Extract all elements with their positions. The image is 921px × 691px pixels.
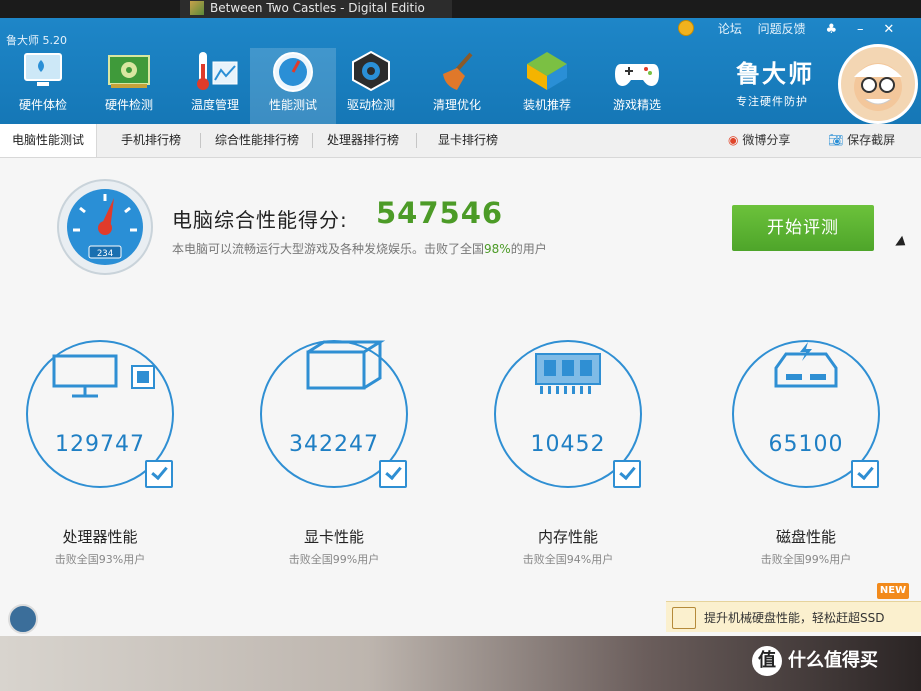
nav-item-hardware-check[interactable]: 硬件体检 bbox=[0, 48, 86, 124]
checkbox-checked-icon[interactable] bbox=[145, 460, 173, 488]
gauge-digits: 234 bbox=[97, 249, 113, 259]
checkbox-checked-icon[interactable] bbox=[379, 460, 407, 488]
hardware-check-icon bbox=[24, 53, 62, 86]
tab-gpu-ranking[interactable]: 显卡排行榜 bbox=[420, 124, 516, 157]
nav-item-cleanup[interactable]: 清理优化 bbox=[414, 48, 500, 124]
checkbox-checked-icon[interactable] bbox=[613, 460, 641, 488]
tab-cpu-ranking[interactable]: 处理器排行榜 bbox=[314, 124, 412, 157]
metric-subtext: 击败全国99%用户 bbox=[760, 553, 852, 566]
nav-label: 游戏精选 bbox=[612, 98, 661, 112]
footer-logo-icon[interactable] bbox=[8, 604, 38, 634]
mascot-avatar[interactable] bbox=[838, 44, 918, 124]
cube-icon bbox=[527, 52, 567, 90]
broom-icon bbox=[443, 52, 473, 90]
metric-gpu[interactable]: 342247 显卡性能 击败全国99%用户 bbox=[260, 340, 430, 590]
gamepad-icon bbox=[615, 64, 659, 86]
nav-item-performance[interactable]: 性能测试 bbox=[250, 48, 336, 124]
driver-gear-icon bbox=[352, 50, 390, 92]
metric-label: 内存性能 bbox=[537, 528, 598, 546]
score-desc-suffix: 的用户 bbox=[510, 242, 547, 256]
brand-name: 鲁大师 bbox=[736, 60, 814, 88]
nav-item-games[interactable]: 游戏精选 bbox=[594, 48, 680, 124]
metric-memory[interactable]: 10452 内存性能 击败全国94%用户 bbox=[494, 340, 664, 590]
hardware-detect-icon bbox=[108, 55, 150, 88]
tab-overall-ranking[interactable]: 综合性能排行榜 bbox=[204, 124, 310, 157]
score-value: 547546 bbox=[376, 196, 504, 230]
skin-icon[interactable]: ♣ bbox=[826, 22, 838, 37]
speedometer-icon bbox=[273, 52, 313, 92]
app-window: 鲁大师 5.20 论坛 问题反馈 ♣ – ✕ 硬件体检 硬件检测 温度管理 性能… bbox=[0, 18, 921, 636]
gpu-cube-icon bbox=[306, 340, 386, 390]
weibo-icon: ◉ bbox=[728, 133, 739, 147]
score-desc-percent: 98% bbox=[484, 242, 511, 256]
save-screenshot-label: 保存截屏 bbox=[847, 133, 896, 147]
forum-link[interactable]: 论坛 bbox=[718, 20, 742, 37]
mouse-cursor-icon bbox=[895, 235, 909, 251]
metric-value: 10452 bbox=[530, 432, 606, 457]
mascot-face-icon bbox=[854, 63, 902, 111]
metric-label: 显卡性能 bbox=[303, 528, 364, 546]
tab-separator bbox=[312, 133, 313, 148]
score-description: 本电脑可以流畅运行大型游戏及各种发烧娱乐。击败了全国98%的用户 bbox=[172, 240, 547, 257]
tab-separator bbox=[416, 133, 417, 148]
taskbar-title-text: Between Two Castles - Digital Editio bbox=[210, 1, 425, 15]
memory-chip-icon bbox=[535, 353, 601, 394]
ssd-promo-text: 提升机械硬盘性能，轻松赶超SSD bbox=[704, 611, 885, 625]
camera-icon: 📷︎ bbox=[828, 133, 844, 147]
coin-icon[interactable] bbox=[678, 20, 694, 36]
nav-label: 硬件检测 bbox=[104, 98, 153, 112]
metric-subtext: 击败全国93%用户 bbox=[54, 553, 146, 566]
brand-slogan: 专注硬件防护 bbox=[736, 95, 808, 108]
nav-item-build-recommend[interactable]: 装机推荐 bbox=[504, 48, 590, 124]
disk-drive-icon bbox=[774, 342, 838, 388]
nav-label: 清理优化 bbox=[432, 98, 481, 112]
minimize-icon[interactable]: – bbox=[857, 22, 864, 37]
ssd-promo-bar[interactable]: 提升机械硬盘性能，轻松赶超SSD bbox=[666, 601, 921, 632]
weibo-share-button[interactable]: ◉ 微博分享 bbox=[728, 124, 790, 157]
close-icon[interactable]: ✕ bbox=[883, 22, 894, 37]
nav-item-hardware-detect[interactable]: 硬件检测 bbox=[86, 48, 172, 124]
nav-item-temperature[interactable]: 温度管理 bbox=[172, 48, 258, 124]
app-header: 鲁大师 5.20 论坛 问题反馈 ♣ – ✕ 硬件体检 硬件检测 温度管理 性能… bbox=[0, 18, 921, 124]
metric-value: 65100 bbox=[768, 432, 844, 457]
watermark-text: 什么值得买 bbox=[788, 650, 878, 671]
cpu-monitor-icon bbox=[52, 354, 155, 398]
tab-bar: 电脑性能测试 手机排行榜 综合性能排行榜 处理器排行榜 显卡排行榜 ◉ 微博分享… bbox=[0, 124, 921, 158]
metric-subtext: 击败全国99%用户 bbox=[288, 553, 380, 566]
app-title: 鲁大师 5.20 bbox=[6, 34, 67, 47]
score-desc-prefix: 本电脑可以流畅运行大型游戏及各种发烧娱乐。击败了全国 bbox=[172, 242, 485, 256]
metric-label: 处理器性能 bbox=[62, 528, 138, 546]
metric-value: 129747 bbox=[55, 432, 145, 457]
nav-label: 温度管理 bbox=[190, 98, 239, 112]
metric-value: 342247 bbox=[289, 432, 379, 457]
hard-disk-icon bbox=[672, 607, 696, 629]
metric-label: 磁盘性能 bbox=[775, 528, 836, 546]
metric-cpu[interactable]: 129747 处理器性能 击败全国93%用户 bbox=[26, 340, 196, 590]
top-links: 论坛 问题反馈 ♣ – ✕ bbox=[678, 20, 906, 37]
brand: 鲁大师 专注硬件防护 bbox=[736, 54, 814, 109]
weibo-share-label: 微博分享 bbox=[742, 133, 791, 147]
watermark-logo-icon: 值 bbox=[752, 646, 782, 676]
score-title: 电脑综合性能得分: bbox=[172, 208, 348, 232]
new-badge: NEW bbox=[877, 583, 909, 599]
score-gauge-icon: 234 bbox=[57, 179, 153, 275]
game-app-icon bbox=[190, 1, 204, 15]
nav-label: 驱动检测 bbox=[346, 98, 395, 112]
metric-disk[interactable]: 65100 磁盘性能 击败全国99%用户 bbox=[732, 340, 902, 590]
nav-label: 性能测试 bbox=[268, 98, 317, 112]
save-screenshot-button[interactable]: 📷︎ 保存截屏 bbox=[828, 124, 895, 157]
thermometer-icon bbox=[197, 52, 238, 90]
tab-separator bbox=[200, 133, 201, 148]
start-benchmark-button[interactable]: 开始评测 bbox=[732, 205, 874, 251]
nav-item-driver[interactable]: 驱动检测 bbox=[328, 48, 414, 124]
metric-subtext: 击败全国94%用户 bbox=[522, 553, 614, 566]
watermark: 值什么值得买 bbox=[752, 646, 878, 676]
feedback-link[interactable]: 问题反馈 bbox=[758, 20, 806, 37]
nav-label: 装机推荐 bbox=[522, 98, 571, 112]
nav-label: 硬件体检 bbox=[18, 98, 67, 112]
tab-phone-ranking[interactable]: 手机排行榜 bbox=[104, 124, 198, 157]
tab-pc-performance[interactable]: 电脑性能测试 bbox=[0, 124, 97, 157]
checkbox-checked-icon[interactable] bbox=[851, 460, 879, 488]
taskbar-window-title[interactable]: Between Two Castles - Digital Editio bbox=[180, 0, 452, 18]
